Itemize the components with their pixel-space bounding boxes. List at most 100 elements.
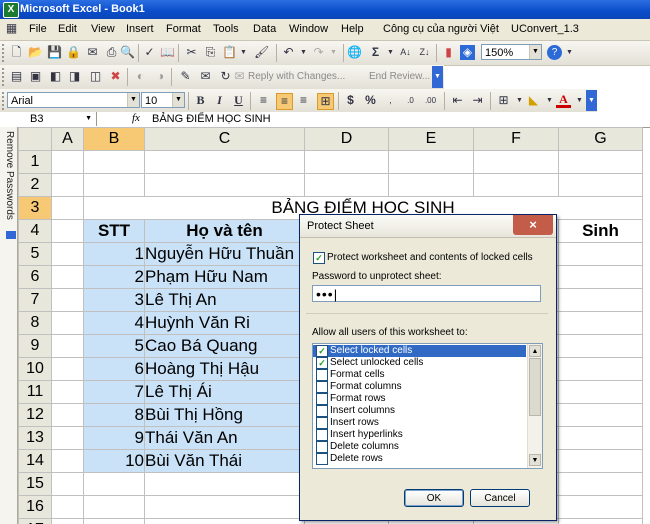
cell[interactable]: [51, 449, 84, 473]
scroll-thumb[interactable]: [529, 358, 541, 416]
option-checkbox[interactable]: [316, 405, 328, 417]
toolbar-grip[interactable]: [2, 44, 7, 62]
toolbar-options-icon[interactable]: ▼: [586, 90, 597, 111]
print-preview-icon[interactable]: 🔍: [120, 45, 135, 60]
row-header[interactable]: 7: [18, 288, 52, 312]
row-header[interactable]: 1: [18, 150, 52, 174]
cell[interactable]: [388, 150, 474, 174]
format-painter-icon[interactable]: 🖌: [254, 45, 269, 60]
list-scrollbar[interactable]: ▲ ▼: [527, 344, 542, 468]
redo-icon[interactable]: ↷: [311, 45, 326, 60]
cell[interactable]: [144, 518, 305, 524]
stt-cell[interactable]: 10: [83, 449, 145, 473]
stt-cell[interactable]: 4: [83, 311, 145, 335]
decrease-decimal-icon[interactable]: .00: [423, 93, 438, 108]
row-header[interactable]: 9: [18, 334, 52, 358]
row-header[interactable]: 10: [18, 357, 52, 381]
sort-ascending-icon[interactable]: A↓: [398, 45, 413, 60]
cell[interactable]: [83, 495, 145, 519]
list-item[interactable]: Delete columns: [313, 441, 526, 453]
borders-icon[interactable]: ⊞: [496, 93, 511, 108]
student-name-cell[interactable]: Cao Bá Quang: [144, 334, 305, 358]
list-item[interactable]: ✓ Select locked cells: [313, 345, 526, 357]
name-box[interactable]: B3 ▼: [17, 112, 97, 126]
toolbar-grip[interactable]: [2, 68, 7, 86]
student-name-cell[interactable]: Nguyễn Hữu Thuần: [144, 242, 305, 266]
cell[interactable]: [558, 242, 643, 266]
currency-button[interactable]: $: [343, 93, 358, 108]
cell[interactable]: [558, 495, 643, 519]
header-stt-cell[interactable]: STT: [83, 219, 145, 243]
merge-center-icon[interactable]: ⊞: [317, 93, 334, 110]
chart-wizard-icon[interactable]: ▮: [441, 45, 456, 60]
close-icon[interactable]: ×: [513, 215, 553, 235]
row-header[interactable]: 16: [18, 495, 52, 519]
student-name-cell[interactable]: Lê Thị Ái: [144, 380, 305, 404]
send-mail-icon[interactable]: ✉: [198, 69, 213, 84]
cell[interactable]: [558, 357, 643, 381]
cell[interactable]: [558, 288, 643, 312]
paste-dropdown-icon[interactable]: ▼: [236, 45, 251, 60]
autosum-dropdown-icon[interactable]: ▼: [383, 45, 398, 60]
excel-app-icon[interactable]: X: [3, 2, 19, 18]
insert-function-icon[interactable]: fx: [132, 112, 140, 124]
option-checkbox[interactable]: [316, 453, 328, 465]
cell[interactable]: [83, 518, 145, 524]
cell[interactable]: [51, 472, 84, 496]
redo-dropdown-icon[interactable]: ▼: [326, 45, 341, 60]
menu-window[interactable]: Window: [289, 23, 328, 35]
new-comment-icon[interactable]: ▣: [28, 69, 43, 84]
column-header-c[interactable]: C: [144, 127, 305, 151]
borders-dropdown-icon[interactable]: ▼: [512, 93, 527, 108]
option-checkbox[interactable]: [316, 393, 328, 405]
option-checkbox[interactable]: ✓: [316, 345, 328, 357]
cell[interactable]: [558, 403, 643, 427]
fill-color-dropdown-icon[interactable]: ▼: [542, 93, 557, 108]
percent-button[interactable]: %: [363, 93, 378, 108]
cell[interactable]: [51, 265, 84, 289]
student-name-cell[interactable]: Bùi Văn Thái: [144, 449, 305, 473]
menu-format[interactable]: Format: [166, 23, 201, 35]
password-input[interactable]: •••|: [312, 285, 541, 302]
cell[interactable]: [558, 173, 643, 197]
show-comment-icon[interactable]: ◫: [88, 69, 103, 84]
scroll-up-icon[interactable]: ▲: [529, 345, 541, 357]
stt-cell[interactable]: 5: [83, 334, 145, 358]
align-left-icon[interactable]: ≡: [256, 93, 271, 108]
print-icon[interactable]: ⎙: [104, 45, 119, 60]
row-header[interactable]: 6: [18, 265, 52, 289]
hyperlink-icon[interactable]: 🌐: [347, 45, 362, 60]
cell[interactable]: [51, 196, 84, 220]
option-checkbox[interactable]: [316, 369, 328, 381]
paste-icon[interactable]: 📋: [222, 45, 237, 60]
row-header[interactable]: 8: [18, 311, 52, 335]
cell[interactable]: [473, 173, 559, 197]
cell[interactable]: [144, 150, 305, 174]
protect-worksheet-checkbox[interactable]: ✓: [313, 252, 325, 264]
open-icon[interactable]: 📂: [28, 45, 43, 60]
align-center-icon[interactable]: ≡: [276, 93, 293, 110]
student-name-cell[interactable]: Thái Văn An: [144, 426, 305, 450]
student-name-cell[interactable]: Lê Thị An: [144, 288, 305, 312]
cell[interactable]: [558, 150, 643, 174]
menu-file[interactable]: File: [29, 23, 47, 35]
update-file-icon[interactable]: ↻: [218, 69, 233, 84]
autosum-icon[interactable]: Σ: [368, 45, 383, 60]
option-checkbox[interactable]: [316, 429, 328, 441]
stt-cell[interactable]: 9: [83, 426, 145, 450]
font-size-select[interactable]: 10 ▼: [141, 92, 185, 108]
column-header-f[interactable]: F: [473, 127, 559, 151]
protect-worksheet-label[interactable]: Protect worksheet and contents of locked…: [327, 252, 533, 263]
next-comment-icon[interactable]: ◨: [67, 69, 82, 84]
previous-comment-icon[interactable]: ◧: [48, 69, 63, 84]
row-header[interactable]: 15: [18, 472, 52, 496]
chevron-down-icon[interactable]: ▼: [529, 45, 541, 59]
row-header[interactable]: 2: [18, 173, 52, 197]
font-color-dropdown-icon[interactable]: ▼: [572, 93, 587, 108]
menu-data[interactable]: Data: [253, 23, 276, 35]
cell[interactable]: [144, 173, 305, 197]
cell[interactable]: [144, 495, 305, 519]
comma-style-icon[interactable]: ,: [383, 93, 398, 108]
stt-cell[interactable]: 8: [83, 403, 145, 427]
list-item[interactable]: Format columns: [313, 381, 526, 393]
